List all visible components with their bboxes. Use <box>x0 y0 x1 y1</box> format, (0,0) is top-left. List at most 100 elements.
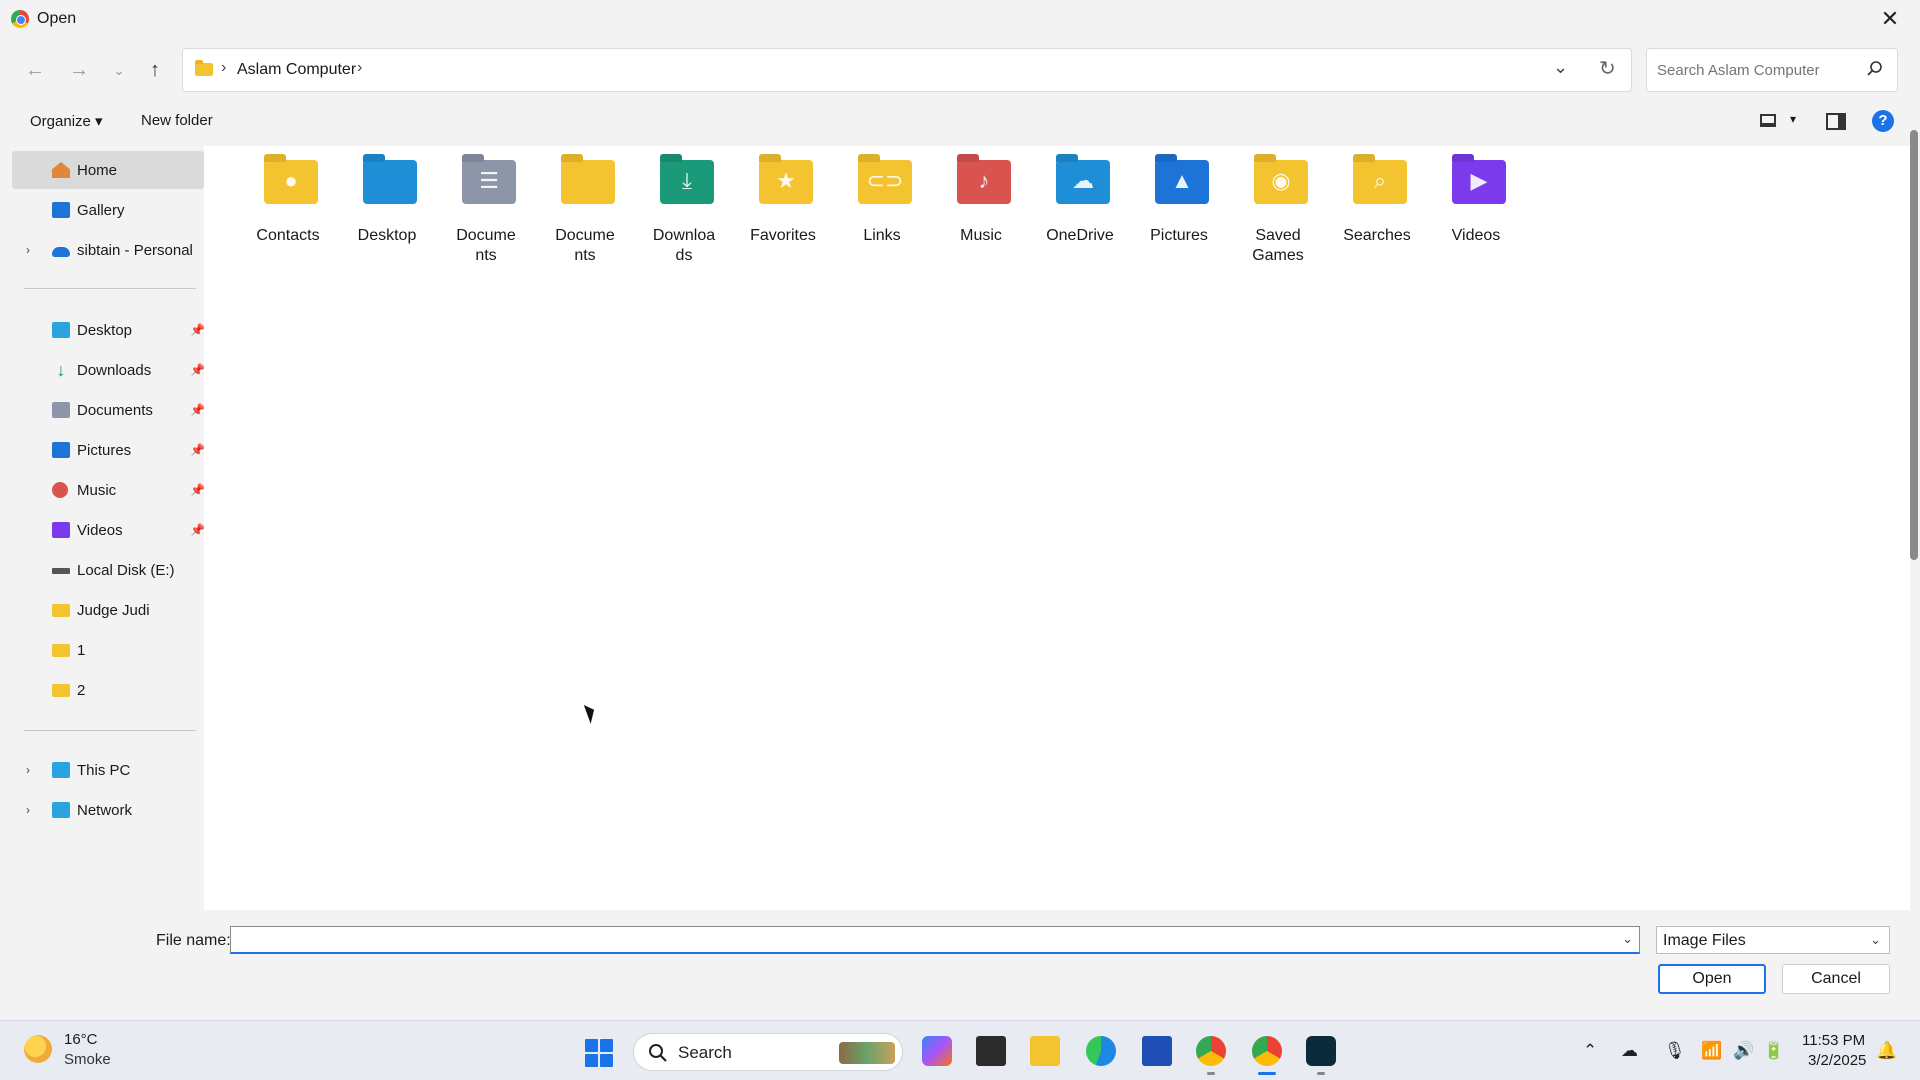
address-bar[interactable]: › Aslam Computer › ⌄ ↻ <box>182 48 1632 92</box>
refresh-icon[interactable]: ↻ <box>1599 56 1616 81</box>
saved-games-folder-icon: ◉ <box>1254 160 1308 204</box>
terminal-app-icon[interactable] <box>1306 1036 1336 1075</box>
clock-time[interactable]: 11:53 PM <box>1802 1032 1865 1049</box>
file-list[interactable]: ● Contacts Desktop ☰ Docume nts Docume n… <box>204 146 1910 910</box>
folder-pictures[interactable]: ▲ Pictures <box>1133 160 1225 270</box>
sidebar-item-this-pc[interactable]: › This PC <box>12 751 204 789</box>
folder-documents[interactable]: Docume nts <box>539 160 631 270</box>
pin-icon: 📌 <box>190 403 205 417</box>
sidebar-item-gallery[interactable]: Gallery <box>12 191 204 229</box>
home-icon <box>52 162 70 178</box>
file-name-combobox[interactable]: ⌄ <box>230 926 1640 954</box>
show-hidden-icons-chevron-icon[interactable]: ⌃ <box>1583 1041 1597 1061</box>
file-name-input[interactable] <box>237 930 1597 950</box>
window-title: Open <box>37 10 77 27</box>
sidebar-item-label: 2 <box>77 681 86 699</box>
folder-name: Saved Games <box>1252 227 1304 264</box>
folder-icon <box>195 60 213 76</box>
folder-searches[interactable]: ⌕ Searches <box>1331 160 1423 270</box>
volume-icon[interactable]: 🔊 <box>1733 1041 1754 1061</box>
chrome-icon[interactable] <box>1196 1036 1226 1075</box>
sidebar-divider <box>24 730 196 731</box>
search-box[interactable] <box>1646 48 1898 92</box>
folder-name: Docume nts <box>456 227 516 264</box>
file-type-value: Image Files <box>1663 932 1746 949</box>
microphone-icon[interactable]: 🎙 <box>1664 1041 1686 1061</box>
recent-locations-chevron-icon[interactable]: ⌄ <box>104 55 134 85</box>
preview-pane-icon[interactable] <box>1826 113 1846 130</box>
expand-chevron-icon[interactable]: › <box>26 803 30 817</box>
sidebar-item-label: Desktop <box>77 321 133 339</box>
sidebar-item-music[interactable]: Music 📌 <box>12 471 205 509</box>
taskbar-search[interactable]: Search <box>633 1033 903 1071</box>
sidebar-item-judge-judi[interactable]: Judge Judi <box>12 591 204 629</box>
weather-condition[interactable]: Smoke <box>64 1051 111 1068</box>
folder-saved-games[interactable]: ◉ Saved Games <box>1232 160 1324 270</box>
folder-name: Desktop <box>357 227 417 244</box>
sidebar-item-pictures[interactable]: Pictures 📌 <box>12 431 205 469</box>
search-input[interactable] <box>1657 59 1857 81</box>
weather-icon[interactable] <box>24 1035 52 1063</box>
notifications-icon[interactable]: 🔔 <box>1876 1041 1897 1061</box>
sidebar-divider <box>24 288 196 289</box>
organize-button[interactable]: Organize ▾ <box>30 112 103 130</box>
new-folder-button[interactable]: New folder <box>141 112 213 129</box>
open-button[interactable]: Open <box>1658 964 1766 994</box>
clock-date[interactable]: 3/2/2025 <box>1808 1052 1866 1069</box>
address-history-chevron-icon[interactable]: ⌄ <box>1553 57 1568 78</box>
up-arrow-icon[interactable]: ↑ <box>140 55 170 85</box>
view-options-icon[interactable] <box>1760 114 1776 127</box>
sidebar-item-local-disk-e[interactable]: Local Disk (E:) <box>12 551 204 589</box>
breadcrumb-separator-icon[interactable]: › <box>357 59 362 77</box>
onedrive-icon[interactable]: ☁ <box>1621 1041 1638 1061</box>
pin-icon: 📌 <box>190 523 205 537</box>
breadcrumb-aslam-computer[interactable]: Aslam Computer <box>237 61 356 79</box>
file-explorer-icon[interactable] <box>1030 1036 1060 1066</box>
view-options-chevron-icon[interactable]: ▾ <box>1790 112 1796 126</box>
folder-documents-library[interactable]: ☰ Docume nts <box>440 160 532 270</box>
sidebar-item-home[interactable]: Home <box>12 151 204 189</box>
folder-links[interactable]: ⊂⊃ Links <box>836 160 928 270</box>
expand-chevron-icon[interactable]: › <box>26 763 30 777</box>
weather-temperature[interactable]: 16°C <box>64 1031 98 1048</box>
start-icon[interactable] <box>585 1039 613 1067</box>
folder-onedrive[interactable]: ☁ OneDrive <box>1034 160 1126 270</box>
pin-icon: 📌 <box>190 443 205 457</box>
sidebar-item-folder-1[interactable]: 1 <box>12 631 204 669</box>
battery-icon[interactable]: 🔋 <box>1763 1041 1784 1061</box>
back-arrow-icon[interactable]: ← <box>20 55 50 85</box>
sidebar-item-downloads[interactable]: ↓ Downloads 📌 <box>12 351 205 389</box>
sidebar-item-folder-2[interactable]: 2 <box>12 671 204 709</box>
folder-videos[interactable]: ▶ Videos <box>1430 160 1522 270</box>
vertical-scrollbar[interactable] <box>1910 130 1918 560</box>
sidebar-item-network[interactable]: › Network <box>12 791 204 829</box>
copilot-icon[interactable] <box>922 1036 952 1066</box>
search-icon[interactable] <box>1865 59 1885 79</box>
sidebar-item-desktop[interactable]: Desktop 📌 <box>12 311 205 349</box>
breadcrumb-separator-icon[interactable]: › <box>221 59 226 77</box>
close-button[interactable]: ✕ <box>1870 4 1910 34</box>
folder-contacts[interactable]: ● Contacts <box>242 160 334 270</box>
sidebar-item-onedrive-personal[interactable]: › sibtain - Personal <box>12 231 204 269</box>
folder-music[interactable]: ♪ Music <box>935 160 1027 270</box>
sidebar-item-label: Downloads <box>77 361 152 379</box>
sidebar-item-videos[interactable]: Videos 📌 <box>12 511 205 549</box>
pin-icon: 📌 <box>190 323 205 337</box>
folder-desktop[interactable]: Desktop <box>341 160 433 270</box>
task-view-icon[interactable] <box>976 1036 1006 1066</box>
chevron-down-icon[interactable]: ⌄ <box>1622 931 1633 947</box>
sidebar-item-label: Documents <box>77 401 153 419</box>
edge-icon[interactable] <box>1086 1036 1116 1066</box>
wifi-icon[interactable]: 📶 <box>1701 1041 1722 1061</box>
expand-chevron-icon[interactable]: › <box>26 243 30 257</box>
folder-favorites[interactable]: ★ Favorites <box>737 160 829 270</box>
folder-name: Links <box>863 227 901 244</box>
forward-arrow-icon[interactable]: → <box>64 55 94 85</box>
chrome-icon[interactable] <box>1252 1036 1282 1075</box>
cancel-button[interactable]: Cancel <box>1782 964 1890 994</box>
folder-downloads[interactable]: ⤓ Downloa ds <box>638 160 730 270</box>
file-type-select[interactable]: Image Files ⌄ <box>1656 926 1890 954</box>
sidebar-item-documents[interactable]: Documents 📌 <box>12 391 205 429</box>
microsoft-store-icon[interactable] <box>1142 1036 1172 1066</box>
help-icon[interactable]: ? <box>1872 110 1894 132</box>
